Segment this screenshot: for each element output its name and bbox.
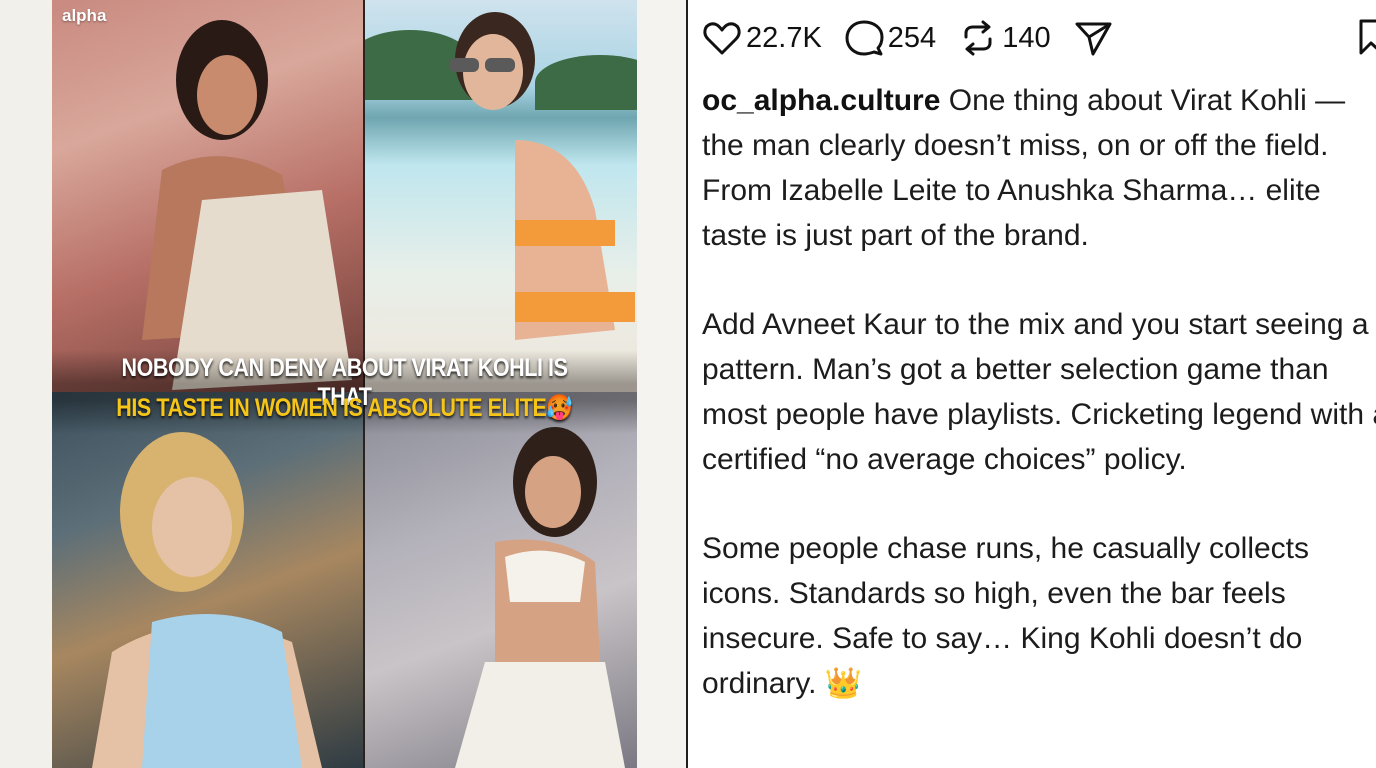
photo-top-right xyxy=(365,0,637,392)
headline-line-2-text: HIS TASTE IN WOMEN IS ABSOLUTE ELITE xyxy=(116,394,547,422)
left-gutter xyxy=(0,0,52,768)
share-button[interactable] xyxy=(1073,19,1117,57)
photo-bottom-left xyxy=(52,392,363,768)
photo-bottom-right xyxy=(365,392,637,768)
hot-face-emoji: 🥵 xyxy=(546,394,573,422)
heart-icon xyxy=(703,22,741,55)
repost-count: 140 xyxy=(1002,21,1051,54)
caption-paragraph-3: Some people chase runs, he casually coll… xyxy=(702,532,1310,700)
caption-paragraph-1: oc_alpha.culture One thing about Virat K… xyxy=(702,78,1376,258)
figure-silhouette xyxy=(455,427,625,768)
post-image-collage[interactable]: alpha NOBODY CAN DENY ABOUT VIRAT KOHLI … xyxy=(52,0,637,768)
caption-paragraph-2: Add Avneet Kaur to the mix and you start… xyxy=(702,308,1376,476)
bookmark-icon xyxy=(1359,19,1376,55)
like-button[interactable]: 22.7K xyxy=(702,20,822,56)
figure-silhouette xyxy=(92,432,322,768)
headline-line-2: HIS TASTE IN WOMEN IS ABSOLUTE ELITE🥵 xyxy=(93,394,596,423)
brand-logo: alpha xyxy=(62,6,107,25)
post-username[interactable]: oc_alpha.culture xyxy=(702,84,940,117)
post-caption: oc_alpha.culture One thing about Virat K… xyxy=(702,78,1376,750)
comment-button[interactable]: 254 xyxy=(844,19,936,57)
send-icon xyxy=(1075,22,1112,56)
repost-button[interactable]: 140 xyxy=(958,19,1051,57)
figure-silhouette xyxy=(449,12,635,340)
figure-silhouette xyxy=(142,20,352,390)
like-count: 22.7K xyxy=(746,21,822,54)
save-button[interactable] xyxy=(1358,18,1376,60)
photo-top-left xyxy=(52,0,363,392)
action-bar: 22.7K 254 140 xyxy=(702,18,1139,58)
repost-icon xyxy=(964,20,992,56)
comment-count: 254 xyxy=(887,21,937,54)
comment-icon xyxy=(845,20,884,56)
post-panel: 22.7K 254 140 oc_alpha.culture One thing… xyxy=(688,0,1376,768)
